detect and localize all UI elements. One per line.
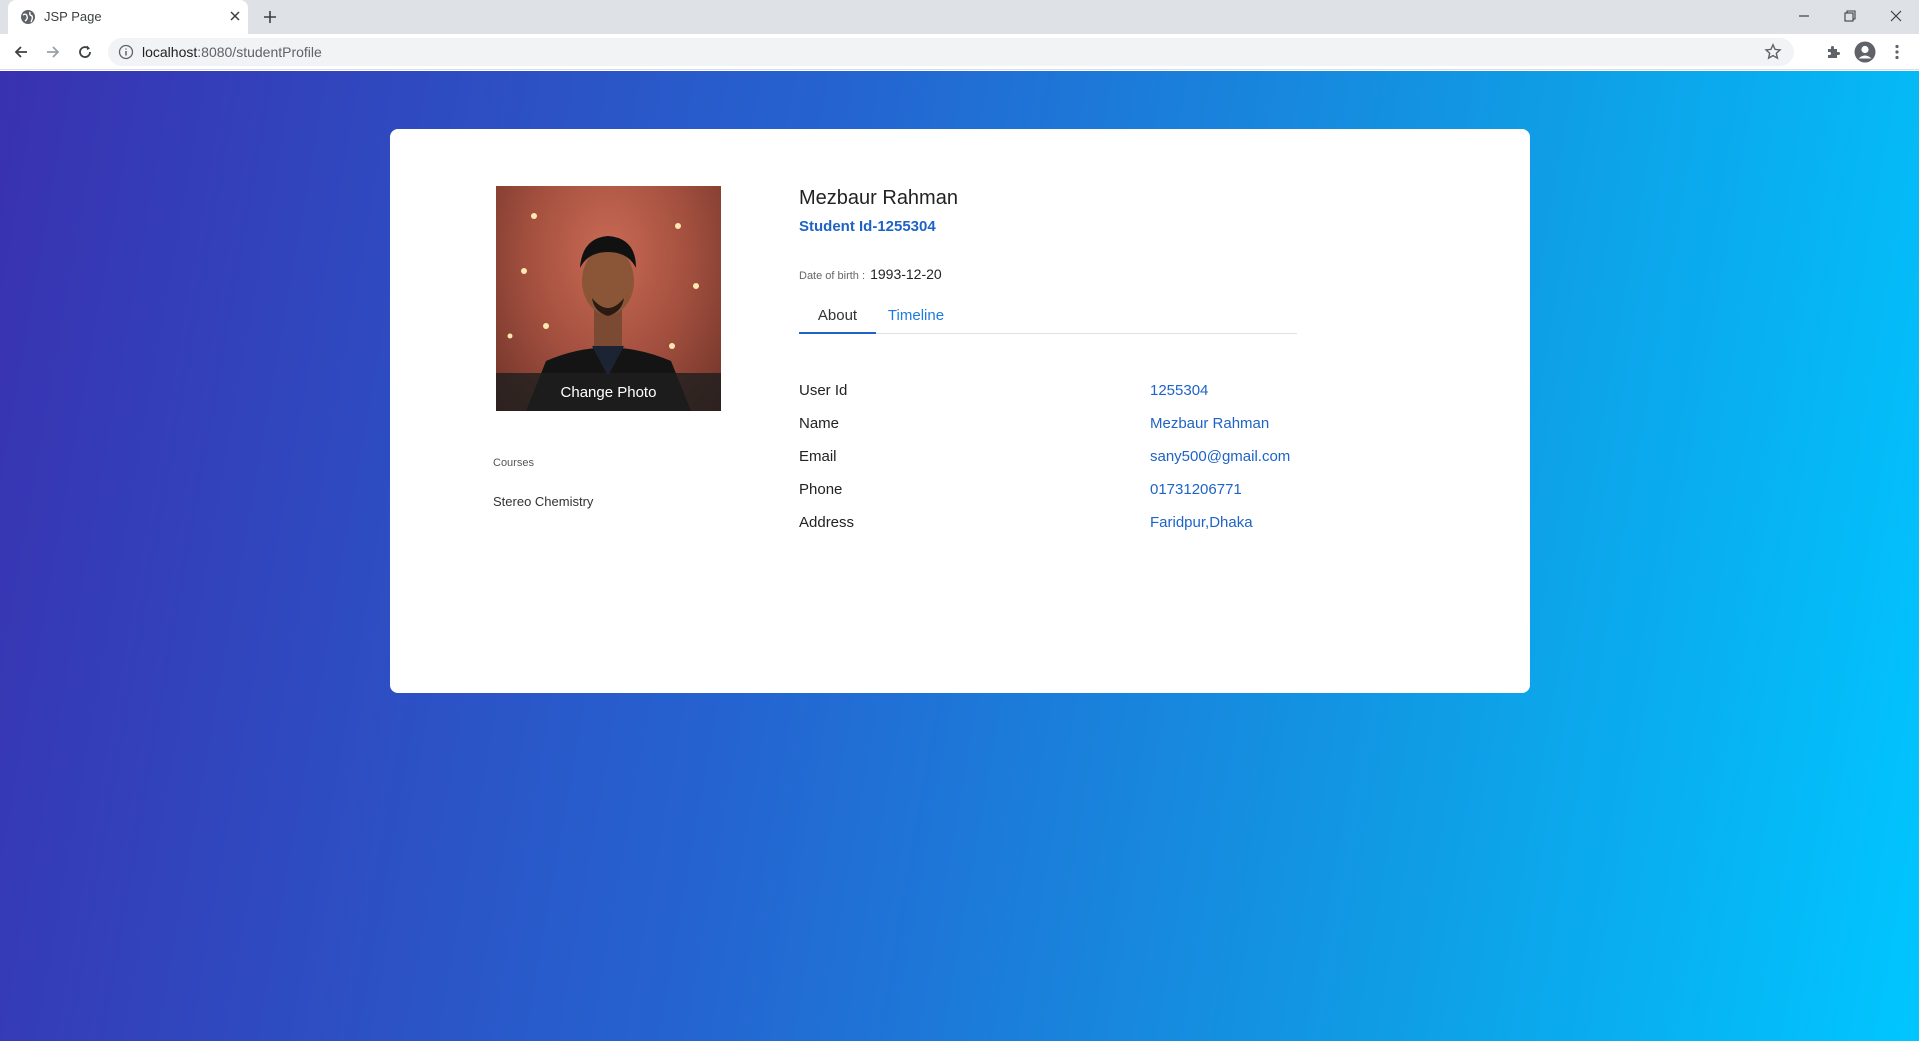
detail-value: 01731206771 (1150, 481, 1242, 498)
extensions-puzzle-icon[interactable] (1822, 41, 1844, 63)
profile-photo: Change Photo (496, 186, 721, 411)
dob-value: 1993-12-20 (870, 266, 942, 282)
back-arrow-icon[interactable] (10, 41, 32, 63)
new-tab-icon[interactable] (260, 7, 280, 27)
url-host: localhost (142, 44, 198, 60)
bookmark-star-icon[interactable] (1764, 43, 1782, 61)
detail-row-name: Name Mezbaur Rahman (799, 415, 1399, 439)
detail-key: Phone (799, 481, 843, 498)
browser-tab[interactable]: JSP Page (8, 0, 248, 34)
courses-label: Courses (493, 457, 534, 469)
page-viewport: Change Photo Courses Stereo Chemistry Me… (0, 71, 1919, 1041)
dob-label: Date of birth : (799, 270, 869, 282)
profile-tabs: About Timeline (799, 304, 1297, 334)
detail-value: 1255304 (1150, 382, 1209, 399)
minimize-icon[interactable] (1790, 4, 1818, 28)
date-of-birth: Date of birth : 1993-12-20 (799, 266, 942, 282)
forward-arrow-icon[interactable] (42, 41, 64, 63)
student-id: Student Id-1255304 (799, 218, 936, 235)
profile-card: Change Photo Courses Stereo Chemistry Me… (390, 129, 1530, 693)
detail-key: Email (799, 448, 837, 465)
change-photo-button[interactable]: Change Photo (496, 373, 721, 411)
detail-key: User Id (799, 382, 848, 399)
browser-tab-strip: JSP Page (0, 0, 1919, 34)
close-tab-icon[interactable] (226, 7, 244, 25)
detail-value: sany500@gmail.com (1150, 448, 1291, 465)
detail-row-email: Email sany500@gmail.com (799, 448, 1399, 472)
address-bar[interactable]: localhost:8080/studentProfile (108, 38, 1794, 66)
kebab-menu-icon[interactable] (1886, 41, 1908, 63)
detail-key: Address (799, 514, 855, 531)
tab-title: JSP Page (44, 9, 102, 24)
profile-avatar-icon[interactable] (1854, 41, 1876, 63)
profile-name: Mezbaur Rahman (799, 187, 958, 209)
close-window-icon[interactable] (1882, 4, 1910, 28)
globe-icon (21, 10, 35, 24)
tab-about[interactable]: About (799, 304, 876, 334)
restore-icon[interactable] (1836, 4, 1864, 28)
url-text[interactable]: localhost:8080/studentProfile (142, 44, 322, 60)
url-path: :8080/studentProfile (197, 44, 322, 60)
info-icon[interactable] (118, 44, 134, 60)
detail-value: Faridpur,Dhaka (1150, 514, 1253, 531)
detail-key: Name (799, 415, 840, 432)
detail-row-phone: Phone 01731206771 (799, 481, 1399, 505)
detail-value: Mezbaur Rahman (1150, 415, 1270, 432)
course-item[interactable]: Stereo Chemistry (493, 494, 593, 509)
detail-row-address: Address Faridpur,Dhaka (799, 514, 1399, 538)
detail-row-user-id: User Id 1255304 (799, 382, 1399, 406)
tab-timeline[interactable]: Timeline (876, 304, 956, 334)
browser-toolbar: localhost:8080/studentProfile (0, 34, 1919, 70)
reload-icon[interactable] (74, 41, 96, 63)
